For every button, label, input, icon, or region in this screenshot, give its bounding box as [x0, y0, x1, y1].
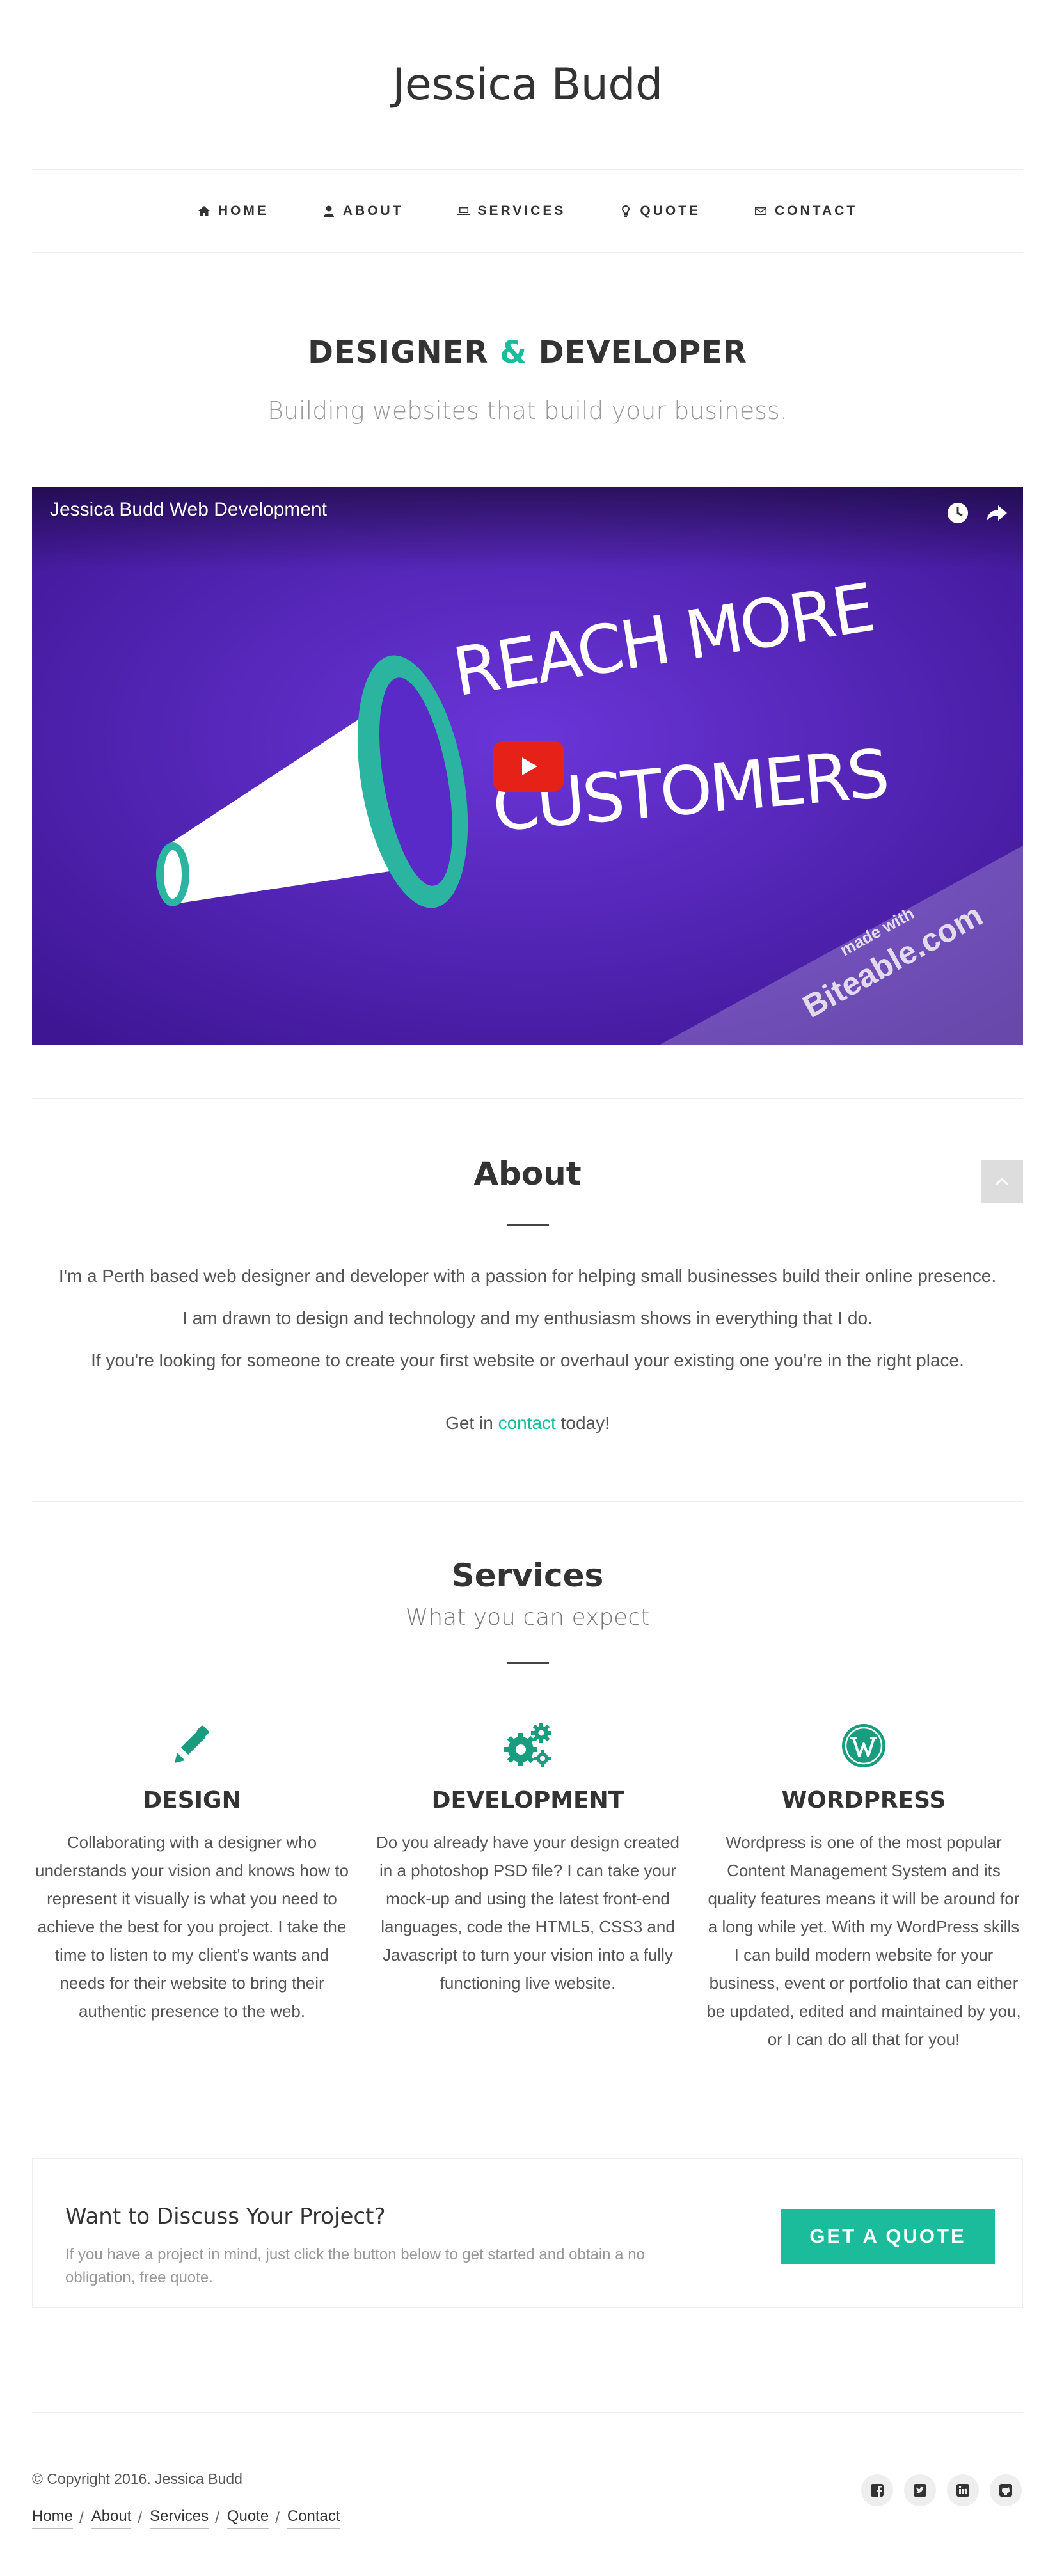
quote-callout-text: If you have a project in mind, just clic…: [65, 2246, 645, 2286]
quote-callout: Want to Discuss Your Project? If you hav…: [32, 2158, 1023, 2308]
hero-title-part2: DEVELOPER: [538, 335, 747, 370]
about-paragraph-1: I'm a Perth based web designer and devel…: [58, 1266, 997, 1286]
nav-home-label: HOME: [218, 203, 269, 218]
twitter-link[interactable]: [904, 2474, 936, 2506]
hero-subtitle: Building websites that build your busine…: [267, 397, 788, 425]
footer-link-services[interactable]: Services: [150, 2508, 209, 2529]
chevron-up-icon: [995, 1177, 1009, 1186]
footer-separator: /: [275, 2509, 280, 2527]
laptop-icon: [457, 207, 470, 215]
hero-title-part1: DESIGNER: [308, 335, 489, 370]
video-embed[interactable]: REACH MORE CUSTOMERS made with Biteable.…: [32, 487, 1023, 1045]
share-icon[interactable]: [984, 500, 1010, 526]
service-development: DEVELOPMENT Do you already have your des…: [368, 1719, 688, 1997]
service-design-text: Collaborating with a designer who unders…: [35, 1833, 349, 2021]
about-paragraph-2: I am drawn to design and technology and …: [182, 1308, 873, 1328]
about-cta-before: Get in: [445, 1413, 498, 1433]
footer-separator: /: [79, 2509, 84, 2527]
nav-about-label: ABOUT: [342, 203, 404, 218]
about-cta-after: today!: [555, 1413, 610, 1433]
services-title-rule: [507, 1662, 549, 1664]
copyright: © Copyright 2016. Jessica Budd: [32, 2470, 242, 2487]
nav-contact[interactable]: CONTACT: [754, 203, 857, 219]
footer-links: Home / About / Services / Quote / Contact: [32, 2508, 340, 2529]
nav-home[interactable]: HOME: [198, 203, 269, 219]
section-divider: [32, 1501, 1023, 1502]
services-title: Services: [451, 1557, 604, 1594]
social-links: [861, 2474, 1022, 2506]
video-title[interactable]: Jessica Budd Web Development: [50, 499, 327, 521]
user-icon: [323, 205, 334, 217]
footer-link-quote[interactable]: Quote: [226, 2508, 269, 2529]
get-a-quote-button[interactable]: GET A QUOTE: [781, 2209, 995, 2264]
facebook-icon: [871, 2484, 884, 2497]
watch-later-icon[interactable]: [945, 500, 971, 526]
main-nav: HOME ABOUT SERVICES QUOTE CONTACT: [32, 169, 1023, 253]
linkedin-icon: [956, 2484, 969, 2497]
nav-quote[interactable]: QUOTE: [619, 203, 701, 219]
gears-icon: [504, 1723, 551, 1767]
section-divider: [32, 1098, 1023, 1099]
about-cta: Get in contact today!: [0, 1410, 1055, 1436]
lightbulb-icon: [622, 205, 630, 217]
services-subtitle: What you can expect: [405, 1604, 650, 1631]
about-title-rule: [507, 1224, 549, 1226]
hero-title-ampersand: &: [500, 335, 528, 370]
linkedin-link[interactable]: [947, 2474, 979, 2506]
github-link[interactable]: [990, 2474, 1022, 2506]
site-title[interactable]: Jessica Budd: [0, 56, 1055, 114]
footer-separator: /: [215, 2509, 219, 2527]
pencil-icon: [175, 1725, 209, 1763]
play-icon: [522, 757, 537, 775]
service-wordpress-title: WORDPRESS: [781, 1787, 946, 1813]
envelope-icon: [755, 207, 767, 215]
video-play-button[interactable]: [493, 741, 564, 792]
github-icon: [999, 2484, 1012, 2497]
service-development-text: Do you already have your design created …: [376, 1833, 680, 1993]
about-title: About: [473, 1155, 582, 1192]
footer-link-contact[interactable]: Contact: [287, 2508, 340, 2529]
quote-callout-title: Want to Discuss Your Project?: [65, 2204, 386, 2229]
footer-link-home[interactable]: Home: [32, 2508, 74, 2529]
service-development-title: DEVELOPMENT: [431, 1787, 624, 1813]
about-paragraph-3: If you're looking for someone to create …: [91, 1350, 964, 1370]
nav-contact-label: CONTACT: [775, 203, 858, 218]
footer-link-about[interactable]: About: [91, 2508, 132, 2529]
nav-services-label: SERVICES: [477, 203, 566, 218]
service-wordpress-text: Wordpress is one of the most popular Con…: [706, 1833, 1021, 2049]
service-wordpress: WORDPRESS Wordpress is one of the most p…: [704, 1719, 1024, 2053]
hero-title: DESIGNER & DEVELOPER: [0, 330, 1055, 375]
home-icon: [198, 206, 210, 216]
footer-divider: [32, 2412, 1023, 2413]
service-design: DESIGN Collaborating with a designer who…: [32, 1719, 352, 2025]
nav-quote-label: QUOTE: [640, 203, 701, 218]
back-to-top-button[interactable]: [981, 1160, 1023, 1203]
footer-separator: /: [138, 2509, 143, 2527]
service-design-title: DESIGN: [143, 1787, 241, 1813]
twitter-icon: [914, 2484, 926, 2497]
facebook-link[interactable]: [861, 2474, 893, 2506]
contact-link[interactable]: contact: [498, 1413, 556, 1433]
wordpress-icon: [842, 1724, 885, 1767]
nav-services[interactable]: SERVICES: [457, 203, 566, 219]
nav-about[interactable]: ABOUT: [322, 203, 404, 219]
